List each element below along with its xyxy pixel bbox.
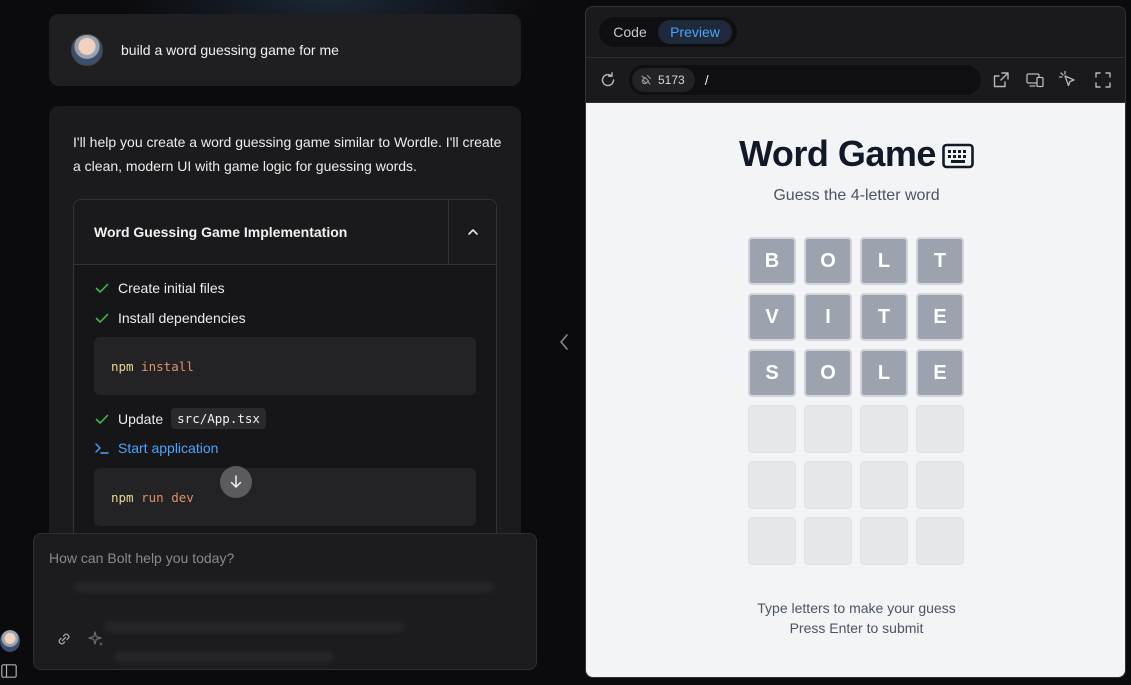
instruction-submit: Press Enter to submit xyxy=(789,620,924,636)
letter-tile xyxy=(860,461,908,509)
assistant-message-text: I'll help you create a word guessing gam… xyxy=(73,134,502,174)
letter-tile: I xyxy=(804,293,852,341)
url-bar[interactable]: 5173 / xyxy=(629,65,981,95)
step-create-files: Create initial files xyxy=(94,280,225,296)
step-start-application[interactable]: Start application xyxy=(94,440,218,456)
letter-tile: O xyxy=(804,237,852,285)
step-label: Create initial files xyxy=(118,280,225,296)
terminal-icon xyxy=(95,443,109,454)
letter-tile xyxy=(804,517,852,565)
letter-tile xyxy=(916,517,964,565)
url-path[interactable]: / xyxy=(705,72,709,88)
step-label: Install dependencies xyxy=(118,310,246,326)
arrow-down-icon xyxy=(230,475,242,488)
step-update-app: Update src/App.tsx xyxy=(94,408,266,429)
user-message-text: build a word guessing game for me xyxy=(121,42,339,58)
keyboard-icon xyxy=(942,143,974,169)
letter-tile xyxy=(804,461,852,509)
letter-tile: O xyxy=(804,349,852,397)
reload-icon[interactable] xyxy=(599,71,617,89)
open-in-new-tab-icon[interactable] xyxy=(991,70,1011,90)
file-path-code[interactable]: src/App.tsx xyxy=(171,408,266,429)
command-name: npm xyxy=(111,358,134,374)
artifact-header[interactable]: Word Guessing Game Implementation xyxy=(74,200,496,265)
workbench-panel: Code Preview 5173 / Word Game Guess the … xyxy=(585,6,1126,678)
letter-tile: T xyxy=(916,237,964,285)
command-block-dev[interactable]: npm run dev xyxy=(94,468,476,526)
command-block-install[interactable]: npm install xyxy=(94,337,476,395)
assistant-message: I'll help you create a word guessing gam… xyxy=(49,106,521,546)
command-name: npm xyxy=(111,489,134,505)
letter-tile: B xyxy=(748,237,796,285)
blurred-background-text xyxy=(104,622,404,632)
attach-link-icon[interactable] xyxy=(54,629,74,649)
blurred-background-text xyxy=(114,652,334,662)
chevron-left-icon[interactable] xyxy=(556,332,572,352)
account-avatar[interactable] xyxy=(0,630,20,652)
letter-tile xyxy=(860,517,908,565)
blurred-background-text xyxy=(74,582,494,592)
step-install-deps: Install dependencies xyxy=(94,310,246,326)
letter-tile: T xyxy=(860,293,908,341)
prompt-input[interactable] xyxy=(49,550,519,610)
tab-code[interactable]: Code xyxy=(602,20,658,44)
letter-tile xyxy=(860,405,908,453)
scroll-to-bottom-button[interactable] xyxy=(220,466,252,498)
port-number: 5173 xyxy=(658,73,685,87)
letter-tile: L xyxy=(860,349,908,397)
user-message: build a word guessing game for me xyxy=(49,14,521,86)
game-subtitle: Guess the 4-letter word xyxy=(773,187,940,204)
prompt-input-box xyxy=(33,533,537,670)
letter-tile xyxy=(804,405,852,453)
letter-tile: V xyxy=(748,293,796,341)
step-label: Start application xyxy=(118,440,219,456)
inspect-pointer-icon[interactable] xyxy=(1058,70,1078,90)
preview-viewport: Word Game Guess the 4-letter word BOLTVI… xyxy=(586,103,1125,677)
preview-address-bar: 5173 / xyxy=(586,58,1125,103)
enhance-prompt-sparkle-icon[interactable] xyxy=(86,629,106,649)
view-switcher: Code Preview xyxy=(599,17,737,47)
letter-tile xyxy=(748,405,796,453)
artifact-collapse-button[interactable] xyxy=(448,200,496,264)
check-icon xyxy=(95,313,109,323)
port-selector[interactable]: 5173 xyxy=(632,68,695,92)
letter-tile: E xyxy=(916,349,964,397)
letter-tile: L xyxy=(860,237,908,285)
artifact-title: Word Guessing Game Implementation xyxy=(94,224,348,240)
artifact-card: Word Guessing Game Implementation Create… xyxy=(73,199,497,546)
command-args: run dev xyxy=(141,489,194,505)
sidebar-toggle-icon[interactable] xyxy=(1,664,17,678)
device-toggle-icon[interactable] xyxy=(1025,70,1045,90)
step-label: Update xyxy=(118,410,164,427)
plug-icon xyxy=(641,74,652,85)
user-avatar xyxy=(71,34,103,66)
check-icon xyxy=(95,414,109,424)
game-title-text: Word Game xyxy=(739,133,936,174)
letter-tile: E xyxy=(916,293,964,341)
tab-preview[interactable]: Preview xyxy=(658,20,732,44)
chevron-up-icon xyxy=(467,229,478,235)
letter-tile: S xyxy=(748,349,796,397)
letter-tile xyxy=(916,405,964,453)
workbench-tabbar: Code Preview xyxy=(586,7,1125,58)
command-args: install xyxy=(141,358,194,374)
fullscreen-icon[interactable] xyxy=(1093,70,1113,90)
game-title: Word Game xyxy=(586,133,1125,175)
letter-tile xyxy=(748,517,796,565)
letter-tile xyxy=(916,461,964,509)
instruction-type: Type letters to make your guess xyxy=(757,600,956,616)
letter-tile xyxy=(748,461,796,509)
check-icon xyxy=(95,283,109,293)
